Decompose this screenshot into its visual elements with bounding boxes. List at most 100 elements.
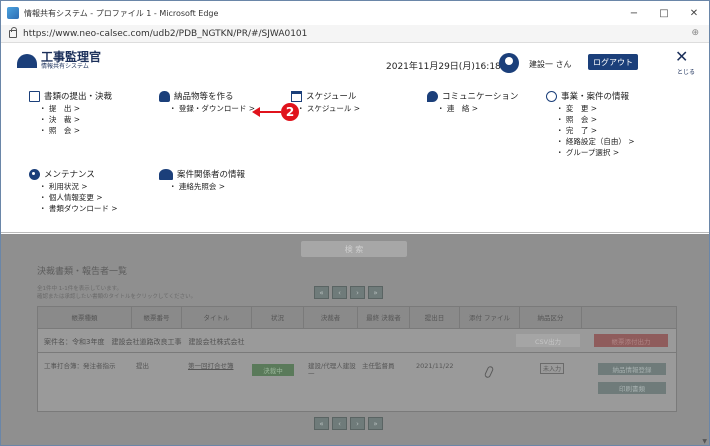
cell-number: 提出: [136, 362, 149, 370]
menu-deliverables-header: 納品物等を作る: [159, 89, 255, 103]
menu-project-header: 事業・案件の情報: [546, 89, 635, 103]
menu-item-change[interactable]: ・ 変 更 >: [556, 103, 635, 114]
list-title: 決裁書類・報告者一覧: [37, 267, 128, 277]
window-controls: − □ ✕: [619, 1, 709, 25]
delivery-unset-badge: 未入力: [540, 363, 564, 374]
menu-item-group-select[interactable]: ・ グループ選択 >: [556, 147, 635, 158]
th-date: 提出日: [410, 307, 460, 329]
menu-item-usage[interactable]: ・ 利用状況 >: [39, 181, 118, 192]
browser-window: 情報共有システム - プロファイル 1 - Microsoft Edge − □…: [0, 0, 710, 446]
menu-schedule-header: スケジュール: [291, 89, 360, 103]
deliverables-icon: [159, 90, 170, 102]
logout-button[interactable]: ログアウト: [588, 54, 638, 70]
menu-item-submit[interactable]: ・ 提 出 >: [39, 103, 112, 114]
attachment-export-button: 帳票添付出力: [594, 334, 668, 347]
cell-date: 2021/11/22: [416, 362, 454, 370]
menu-item-route-setting[interactable]: ・ 経路設定（自由） >: [556, 136, 635, 147]
window-close-button[interactable]: ✕: [679, 1, 709, 25]
menu-item-doc-download[interactable]: ・ 書類ダウンロード >: [39, 203, 118, 214]
result-count-note: 全1件中 1-1件を表示しています。: [37, 286, 123, 292]
pager-first-button: «: [314, 286, 329, 299]
menu-stakeholders-header: 案件関係者の情報: [159, 167, 245, 181]
app-logo[interactable]: 工事監理官 情報共有システム: [17, 51, 101, 70]
pager-last-button-bottom: »: [368, 417, 383, 430]
menu-item-register-download[interactable]: ・ 登録・ダウンロード >: [169, 103, 255, 114]
document-icon: [29, 90, 40, 102]
main-menu-panel: 書類の提出・決裁 ・ 提 出 > ・ 決 裁 > ・ 照 会 > 納品物等を作る…: [1, 81, 709, 233]
menu-project: 事業・案件の情報 ・ 変 更 > ・ 照 会 > ・ 完 了 > ・ 経路設定（…: [546, 89, 635, 158]
th-title: タイトル: [182, 307, 252, 329]
user-avatar-icon: [499, 53, 519, 73]
instruction-note: 確認または承認したい書類のタイトルをクリックしてください。: [37, 294, 197, 300]
project-search-icon: [546, 90, 557, 102]
th-final-approver: 最終 決裁者: [358, 307, 410, 329]
zoom-icon[interactable]: ⊕: [691, 28, 699, 38]
title-bar: 情報共有システム - プロファイル 1 - Microsoft Edge − □…: [1, 1, 709, 25]
logo-title: 工事監理官: [41, 50, 102, 64]
table-header: 帳票種類 帳票番号 タイトル 状況 決裁者 最終 決裁者 提出日 添付 ファイル…: [38, 307, 676, 329]
menu-item-schedule[interactable]: ・ スケジュール >: [297, 103, 360, 114]
pager-next-button: ›: [350, 286, 365, 299]
menu-maintenance: メンテナンス ・ 利用状況 > ・ 個人情報変更 > ・ 書類ダウンロード >: [29, 167, 118, 214]
menu-item-contact[interactable]: ・ 連 絡 >: [437, 103, 518, 114]
th-attachment: 添付 ファイル: [460, 307, 520, 329]
cell-approver: 建設/代理人建設一: [308, 362, 356, 378]
logo-mark-icon: [17, 53, 37, 68]
app-header: 工事監理官 情報共有システム 2021年11月29日(月)16:18 建設一 さ…: [1, 43, 709, 81]
menu-item-complete[interactable]: ・ 完 了 >: [556, 125, 635, 136]
menu-documents-header: 書類の提出・決裁: [29, 89, 112, 103]
menu-item-personal-info[interactable]: ・ 個人情報変更 >: [39, 192, 118, 203]
delivery-register-button: 納品情報登録: [598, 363, 666, 375]
menu-item-approve[interactable]: ・ 決 裁 >: [39, 114, 112, 125]
menu-item-inquiry[interactable]: ・ 照 会 >: [39, 125, 112, 136]
close-menu-label[interactable]: とじる: [677, 67, 695, 76]
paperclip-icon: [483, 365, 495, 379]
url-text[interactable]: https://www.neo-calsec.com/udb2/PDB_NGTK…: [23, 29, 307, 39]
pager-first-button-bottom: «: [314, 417, 329, 430]
annotation-step-badge: 2: [281, 103, 299, 121]
menu-communication: コミュニケーション ・ 連 絡 >: [427, 89, 518, 114]
lock-icon[interactable]: [9, 26, 17, 38]
address-bar[interactable]: https://www.neo-calsec.com/udb2/PDB_NGTK…: [1, 25, 709, 43]
gear-icon: [29, 168, 40, 180]
pager-prev-button: ‹: [332, 286, 347, 299]
csv-export-button: CSV出力: [516, 334, 580, 347]
th-approver: 決裁者: [304, 307, 358, 329]
menu-maintenance-header: メンテナンス: [29, 167, 118, 181]
current-datetime: 2021年11月29日(月)16:18: [386, 62, 501, 72]
menu-item-project-inquiry[interactable]: ・ 照 会 >: [556, 114, 635, 125]
print-docs-button: 印刷書類: [598, 382, 666, 394]
menu-item-contact-inquiry[interactable]: ・ 連絡先照会 >: [169, 181, 245, 192]
status-badge: 決裁中: [252, 364, 294, 376]
pager-last-button: »: [368, 286, 383, 299]
search-button: 検 索: [301, 241, 407, 257]
menu-communication-header: コミュニケーション: [427, 89, 518, 103]
minimize-button[interactable]: −: [619, 1, 649, 25]
cell-title-link: 第一回打合せ簿: [188, 362, 234, 370]
communication-icon: [427, 90, 438, 102]
dimmed-page-overlay: 検 索 決裁書類・報告者一覧 全1件中 1-1件を表示しています。 確認または承…: [1, 234, 709, 445]
case-name: 案件名：令和3年度 建設会社道路改良工事 建設会社株式会社: [44, 338, 245, 346]
calendar-icon: [291, 90, 302, 102]
case-row: 案件名：令和3年度 建設会社道路改良工事 建設会社株式会社 CSV出力 帳票添付…: [38, 329, 676, 353]
user-name: 建設一 さん: [529, 60, 572, 69]
menu-deliverables: 納品物等を作る ・ 登録・ダウンロード >: [159, 89, 255, 114]
logo-subtitle: 情報共有システム: [41, 63, 89, 70]
maximize-button[interactable]: □: [649, 1, 679, 25]
th-type: 帳票種類: [38, 307, 132, 329]
close-menu-icon[interactable]: ✕: [675, 49, 688, 65]
th-number: 帳票番号: [132, 307, 182, 329]
pager-prev-button-bottom: ‹: [332, 417, 347, 430]
document-table: 帳票種類 帳票番号 タイトル 状況 決裁者 最終 決裁者 提出日 添付 ファイル…: [37, 306, 677, 412]
menu-stakeholders: 案件関係者の情報 ・ 連絡先照会 >: [159, 167, 245, 192]
table-row: 工事打合簿：発注者指示 提出 第一回打合せ簿 決裁中 建設/代理人建設一 主任監…: [38, 354, 676, 412]
pager-top: « ‹ › »: [314, 286, 383, 299]
window-title: 情報共有システム - プロファイル 1 - Microsoft Edge: [24, 8, 219, 18]
menu-schedule: スケジュール ・ スケジュール >: [291, 89, 360, 114]
th-delivery: 納品区分: [520, 307, 582, 329]
annotation-arrow-line: [259, 111, 281, 113]
edge-app-icon: [7, 7, 19, 19]
scroll-down-icon[interactable]: ▼: [702, 438, 707, 445]
cell-final-approver: 主任監督員: [362, 362, 395, 370]
pager-bottom: « ‹ › »: [314, 417, 383, 430]
